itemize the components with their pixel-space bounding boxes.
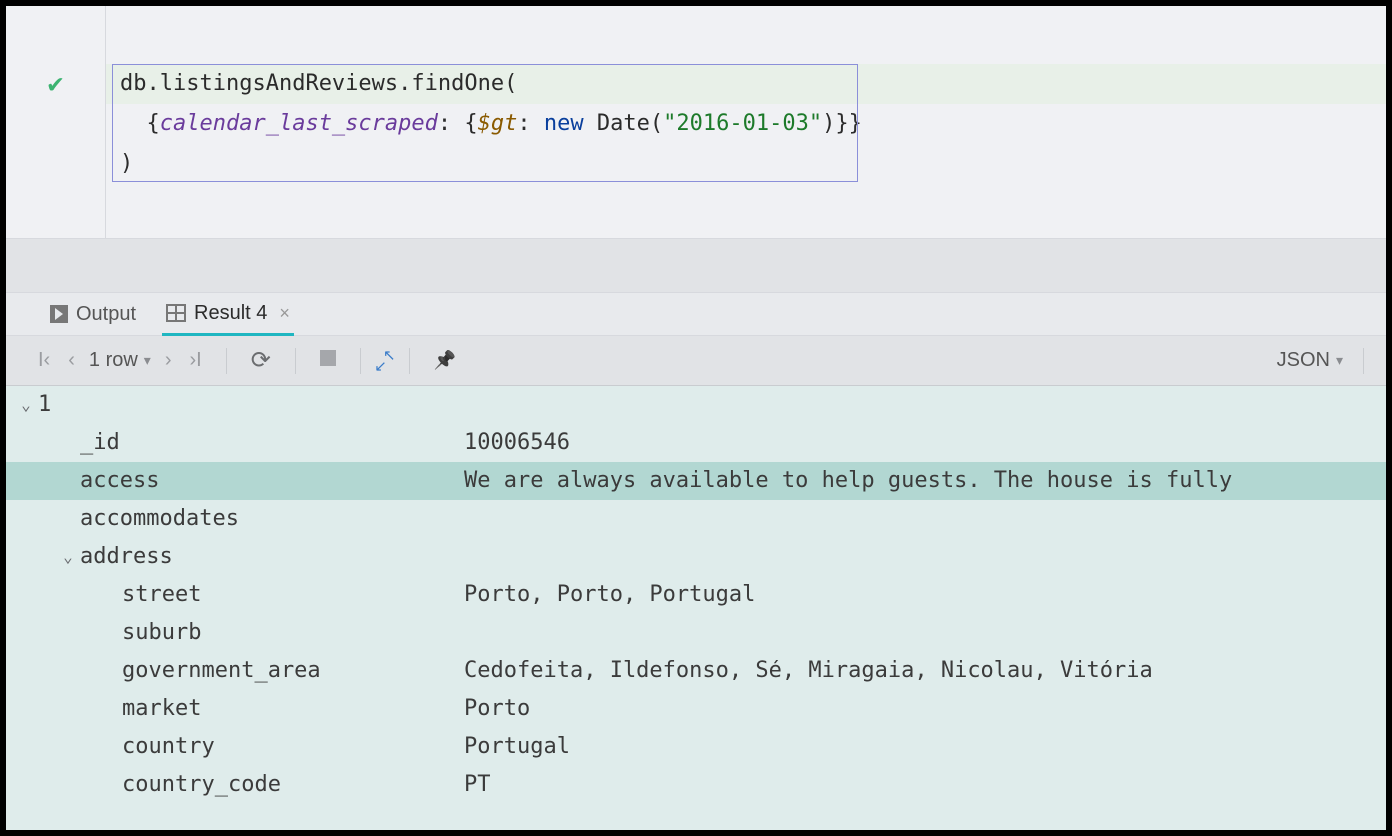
expander-icon[interactable]: ⌄ <box>14 397 38 413</box>
chevron-down-icon: ▾ <box>144 352 151 369</box>
chevron-down-icon: ▾ <box>1336 352 1343 369</box>
first-page-button[interactable]: I‹ <box>34 349 54 372</box>
code-area[interactable]: db.listingsAndReviews.findOne( {calendar… <box>106 6 1386 238</box>
last-page-button[interactable]: ›I <box>186 349 206 372</box>
tree-row[interactable]: country Portugal <box>6 728 1386 766</box>
code-line[interactable]: {calendar_last_scraped: {$gt: new Date("… <box>106 104 1386 144</box>
tree-key: government_area <box>122 660 321 682</box>
prev-page-button[interactable]: ‹ <box>64 349 79 372</box>
play-icon <box>50 305 68 323</box>
stop-icon <box>320 350 336 366</box>
tree-key: _id <box>80 432 120 454</box>
refresh-icon[interactable] <box>247 346 275 375</box>
tab-result-label: Result 4 <box>194 302 267 325</box>
tree-row[interactable]: access We are always available to help gu… <box>6 462 1386 500</box>
tree-value: Cedofeita, Ildefonso, Sé, Miragaia, Nico… <box>464 660 1153 682</box>
result-toolbar: I‹ ‹ 1 row ▾ › ›I JSON ▾ <box>6 336 1386 386</box>
close-icon[interactable]: × <box>279 303 290 324</box>
result-tree[interactable]: ⌄ 1 _id 10006546 access We are always avail… <box>6 386 1386 830</box>
tree-key: country_code <box>122 774 281 796</box>
tree-row[interactable]: street Porto, Porto, Portugal <box>6 576 1386 614</box>
expander-icon[interactable]: ⌄ <box>56 549 80 565</box>
stop-button[interactable] <box>316 349 340 372</box>
code-line[interactable]: ) <box>106 144 1386 184</box>
tree-row[interactable]: market Porto <box>6 690 1386 728</box>
tree-value: 10006546 <box>464 432 570 454</box>
view-mode-dropdown[interactable]: JSON ▾ <box>1277 349 1343 372</box>
tree-key: street <box>122 584 201 606</box>
tree-key: market <box>122 698 201 720</box>
checkmark-icon: ✔ <box>48 69 64 99</box>
editor-gutter: ✔ <box>6 6 106 238</box>
tree-row[interactable]: country_code PT <box>6 766 1386 804</box>
code-line[interactable]: db.listingsAndReviews.findOne( <box>106 64 1386 104</box>
result-tabs: Output Result 4 × <box>6 292 1386 336</box>
row-count-label: 1 row <box>89 349 138 372</box>
tree-value: Portugal <box>464 736 570 758</box>
tree-value: Porto, Porto, Portugal <box>464 584 755 606</box>
tree-row[interactable]: ⌄address <box>6 538 1386 576</box>
tree-root-row[interactable]: ⌄ 1 <box>6 386 1386 424</box>
tree-row[interactable]: government_area Cedofeita, Ildefonso, Sé,… <box>6 652 1386 690</box>
tree-key: suburb <box>122 622 201 644</box>
tree-value: Porto <box>464 698 530 720</box>
pin-button[interactable] <box>430 349 460 372</box>
pin-icon <box>434 349 456 371</box>
tab-output-label: Output <box>76 303 136 326</box>
tree-key: address <box>80 546 173 568</box>
tree-value: PT <box>464 774 491 796</box>
tab-result[interactable]: Result 4 × <box>162 294 294 336</box>
row-count-dropdown[interactable]: 1 row ▾ <box>89 349 151 372</box>
tree-key: accommodates <box>80 508 239 530</box>
tree-row[interactable]: accommodates <box>6 500 1386 538</box>
tab-output[interactable]: Output <box>46 293 140 335</box>
query-editor: ✔ db.listingsAndReviews.findOne( {calend… <box>6 6 1386 238</box>
tree-key: country <box>122 736 215 758</box>
tree-root-index: 1 <box>38 394 51 416</box>
grid-icon <box>166 304 186 322</box>
tree-row[interactable]: _id 10006546 <box>6 424 1386 462</box>
app-frame: ✔ db.listingsAndReviews.findOne( {calend… <box>0 0 1392 836</box>
next-page-button[interactable]: › <box>161 349 176 372</box>
tree-row[interactable]: suburb <box>6 614 1386 652</box>
tree-value: We are always available to help guests. … <box>464 470 1232 492</box>
view-mode-label: JSON <box>1277 349 1330 372</box>
tree-key: access <box>80 470 159 492</box>
separator-strip <box>6 238 1386 292</box>
